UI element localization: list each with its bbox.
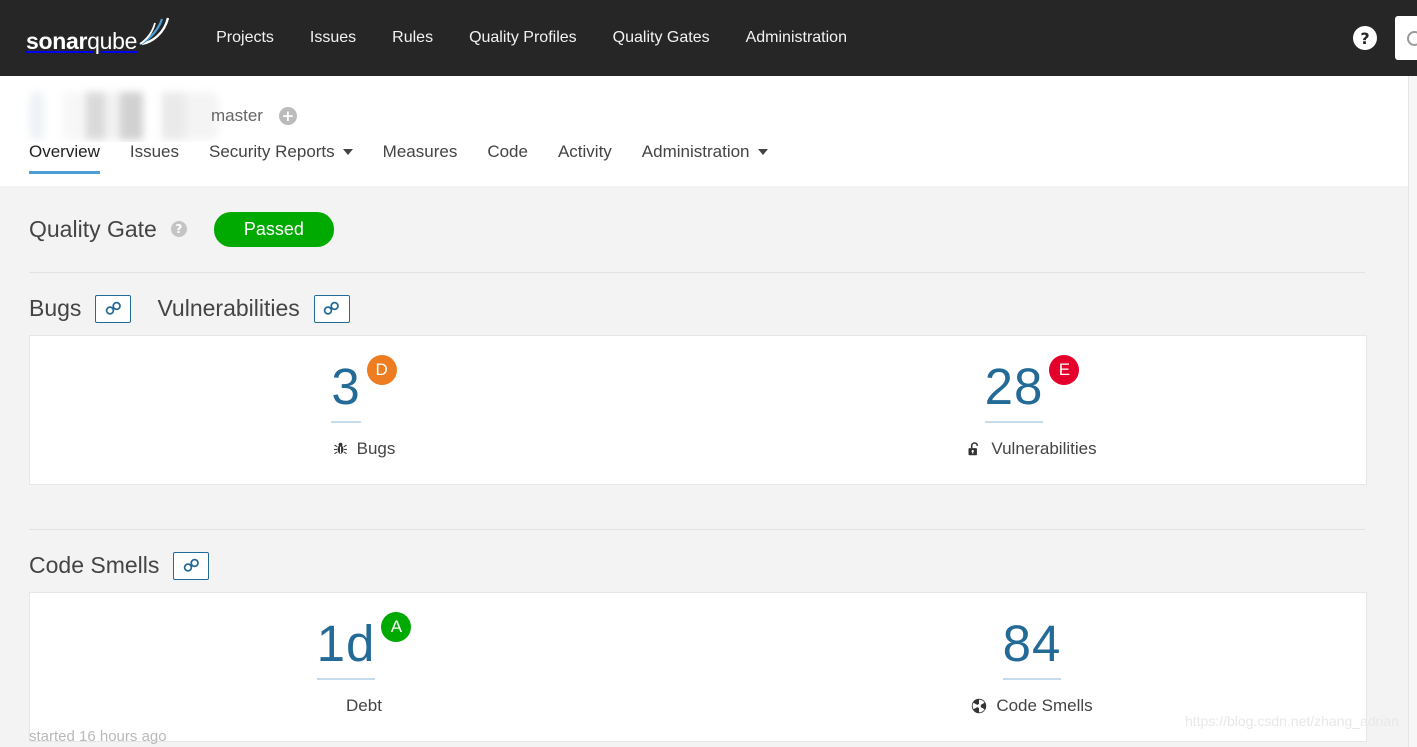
logo-text-bold: sonar <box>26 28 88 54</box>
metric-vulnerabilities-rating[interactable]: E <box>1049 354 1080 385</box>
main-nav-links: Projects Issues Rules Quality Profiles Q… <box>198 0 865 76</box>
chevron-down-icon <box>757 149 768 155</box>
bugs-vulnerabilities-section-header: Bugs Vulnerabilities <box>0 273 1409 323</box>
code-smells-section-header: Code Smells <box>0 530 1409 580</box>
metric-vulnerabilities-value[interactable]: 28 <box>984 361 1044 423</box>
metric-bugs-rating[interactable]: D <box>366 354 397 385</box>
metric-debt-rating[interactable]: A <box>381 611 412 642</box>
metric-debt-label-row: Debt <box>346 696 382 716</box>
tab-security-reports[interactable]: Security Reports <box>209 142 353 171</box>
vulnerabilities-history-button[interactable] <box>313 294 350 323</box>
help-icon[interactable]: ? <box>1353 26 1377 50</box>
logo-text: sonarqube <box>26 30 137 53</box>
metric-debt-value[interactable]: 1d <box>316 618 376 680</box>
metric-debt-label: Debt <box>346 695 382 715</box>
tab-measures-label: Measures <box>382 142 458 161</box>
tab-overview[interactable]: Overview <box>29 142 100 174</box>
add-branch-icon[interactable]: + <box>278 107 297 125</box>
metric-code-smells-label: Code Smells <box>996 695 1093 715</box>
project-name-redacted <box>29 92 219 140</box>
logo-text-light: qube <box>87 28 138 54</box>
metric-debt-value-row: 1d A <box>316 611 412 680</box>
search-icon <box>1407 30 1417 46</box>
search-input[interactable] <box>1395 16 1417 60</box>
logo-swoosh-icon <box>138 16 172 51</box>
metric-bugs-label: Bugs <box>356 438 396 458</box>
metric-bugs-value-row: 3 D <box>331 354 397 423</box>
section-title-code-smells: Code Smells <box>29 552 160 579</box>
metric-code-smells-value[interactable]: 84 <box>1002 618 1062 680</box>
code-smells-history-button[interactable] <box>173 551 210 580</box>
metric-code-smells-value-row: 84 <box>1002 618 1062 680</box>
analysis-started-text: started 16 hours ago <box>29 728 167 745</box>
top-navigation-bar: sonarqube Projects Issues Rules Quality … <box>0 0 1417 76</box>
metric-code-smells-label-row: Code Smells <box>971 695 1093 716</box>
nav-item-projects[interactable]: Projects <box>198 0 292 76</box>
nav-item-administration[interactable]: Administration <box>728 0 865 76</box>
history-link-icon <box>324 301 340 315</box>
tab-measures[interactable]: Measures <box>383 142 458 171</box>
nav-item-rules[interactable]: Rules <box>374 0 451 76</box>
metric-bugs-label-row: Bugs <box>333 438 396 459</box>
tab-administration[interactable]: Administration <box>642 142 768 171</box>
chevron-down-icon <box>342 149 353 155</box>
metric-debt[interactable]: 1d A Debt <box>30 593 698 741</box>
bugs-history-button[interactable] <box>95 294 132 323</box>
branch-name[interactable]: master <box>211 106 263 126</box>
quality-gate-row: Quality Gate ? Passed <box>0 186 1409 247</box>
history-link-icon <box>105 301 121 315</box>
metric-vulnerabilities-value-row: 28 E <box>984 354 1080 423</box>
tab-activity[interactable]: Activity <box>558 142 612 171</box>
tab-overview-label: Overview <box>29 142 100 161</box>
section-title-vulnerabilities: Vulnerabilities <box>157 295 300 322</box>
scrollbar-thumb[interactable] <box>1410 76 1417 326</box>
metric-vulnerabilities[interactable]: 28 E Vulnerabilities <box>698 336 1366 484</box>
top-bar-right-group: ? <box>1353 0 1417 76</box>
watermark-text: https://blog.csdn.net/zhang_adrian <box>1184 713 1399 729</box>
quality-gate-label: Quality Gate <box>29 215 157 242</box>
project-sub-navigation: Overview Issues Security Reports Measure… <box>0 142 1417 186</box>
tab-activity-label: Activity <box>557 142 612 161</box>
history-link-icon <box>183 558 199 572</box>
tab-security-reports-label: Security Reports <box>209 142 335 161</box>
nav-item-issues[interactable]: Issues <box>292 0 374 76</box>
tab-code[interactable]: Code <box>487 142 528 171</box>
metric-bugs-value[interactable]: 3 <box>331 361 361 423</box>
tab-issues[interactable]: Issues <box>130 142 179 171</box>
sonarqube-logo[interactable]: sonarqube <box>26 17 172 53</box>
bug-icon <box>333 441 348 456</box>
tab-code-label: Code <box>487 142 528 161</box>
code-smell-icon <box>971 698 987 714</box>
code-smells-card: 1d A Debt 84 Code Smells <box>29 591 1367 742</box>
nav-item-quality-profiles[interactable]: Quality Profiles <box>451 0 595 76</box>
metric-vulnerabilities-label-row: Vulnerabilities <box>967 438 1097 459</box>
vertical-scrollbar[interactable] <box>1408 76 1417 747</box>
nav-item-quality-gates[interactable]: Quality Gates <box>595 0 728 76</box>
tab-administration-label: Administration <box>641 142 750 161</box>
quality-gate-status-badge: Passed <box>213 212 334 247</box>
metric-vulnerabilities-label: Vulnerabilities <box>991 438 1097 458</box>
open-lock-icon <box>967 441 982 457</box>
project-title-row: master + <box>29 92 297 140</box>
overview-content: Quality Gate ? Passed Bugs Vulnerabiliti… <box>0 186 1409 747</box>
section-title-bugs: Bugs <box>29 295 82 322</box>
metric-bugs[interactable]: 3 D Bugs <box>30 336 698 484</box>
quality-gate-help-icon[interactable]: ? <box>170 221 187 238</box>
tab-issues-label: Issues <box>129 142 179 161</box>
bugs-vulnerabilities-card: 3 D Bugs 28 E Vulnerabilities <box>29 334 1367 485</box>
